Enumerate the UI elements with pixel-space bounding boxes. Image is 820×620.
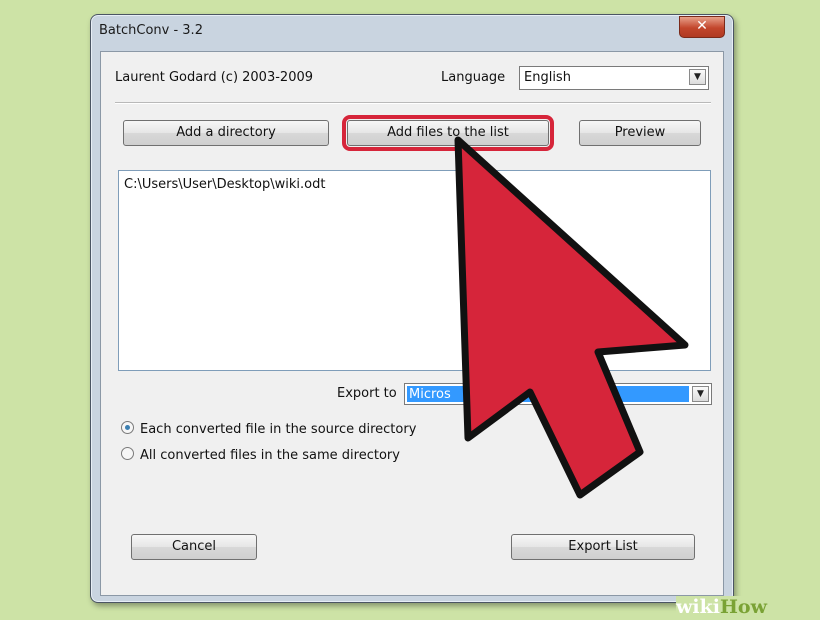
header-row: Laurent Godard (c) 2003-2009 Language En… [111, 66, 711, 90]
list-item[interactable]: C:\Users\User\Desktop\wiki.odt [124, 177, 325, 192]
watermark-how: How [719, 596, 767, 618]
close-button[interactable]: ✕ [679, 16, 725, 38]
language-value: English [524, 70, 571, 85]
radio-all-in-same[interactable]: All converted files in the same director… [121, 447, 400, 463]
window-title: BatchConv - 3.2 [99, 23, 203, 38]
language-label: Language [441, 70, 506, 85]
watermark-wiki: wiki [676, 596, 720, 618]
copyright-text: Laurent Godard (c) 2003-2009 [115, 70, 314, 85]
radio-unselected-icon[interactable] [121, 447, 134, 460]
cancel-button[interactable]: Cancel [131, 534, 257, 560]
export-list-button[interactable]: Export List [511, 534, 695, 560]
export-to-label: Export to [337, 386, 397, 401]
radio-each-label: Each converted file in the source direct… [140, 422, 417, 437]
radio-each-in-source[interactable]: Each converted file in the source direct… [121, 421, 416, 437]
title-bar[interactable]: BatchConv - 3.2 ✕ [91, 15, 733, 51]
wikihow-watermark: wikiHow [676, 596, 820, 620]
language-select[interactable]: English ▼ [519, 66, 709, 90]
chevron-down-icon[interactable]: ▼ [689, 69, 706, 85]
radio-selected-icon[interactable] [121, 421, 134, 434]
pointer-arrow-icon [454, 136, 689, 499]
radio-all-label: All converted files in the same director… [140, 448, 400, 463]
divider [115, 102, 711, 104]
add-directory-button[interactable]: Add a directory [123, 120, 329, 146]
